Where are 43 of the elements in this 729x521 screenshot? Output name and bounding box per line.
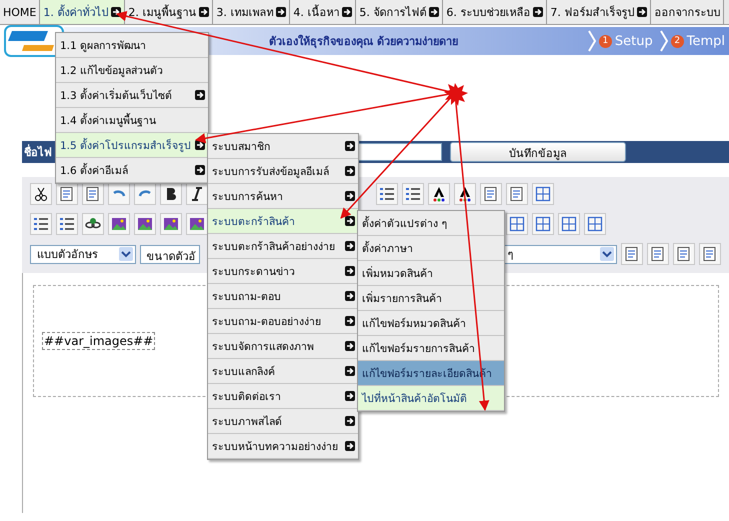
menu-item[interactable]: 1.2 แก้ไขข้อมูลส่วนตัว <box>56 58 208 83</box>
menu-bar-item[interactable]: 2. เมนูพื้นฐาน <box>125 0 214 24</box>
menu-item[interactable]: ระบบตะกร้าสินค้า <box>208 209 358 234</box>
menu-item[interactable]: ระบบถาม-ตอบ <box>208 284 358 309</box>
menu-item[interactable]: ระบบถาม-ตอบอย่างง่าย <box>208 309 358 334</box>
menu-bar-item[interactable]: HOME <box>0 0 40 24</box>
menu-item[interactable]: 1.5 ตั้งค่าโปรแกรมสำเร็จรูป <box>56 133 208 158</box>
menu-item[interactable]: เพิ่มหมวดสินค้า <box>358 261 504 286</box>
menu-item[interactable]: แก้ไขฟอร์มรายการสินค้า <box>358 336 504 361</box>
menu-item[interactable]: ระบบติดต่อเรา <box>208 384 358 409</box>
menu-item[interactable]: แก้ไขฟอร์มหมวดสินค้า <box>358 311 504 336</box>
menu-bar-item[interactable]: 7. ฟอร์มสำเร็จรูป <box>547 0 652 24</box>
template-tag: ##var_images## <box>42 332 156 350</box>
save-button[interactable]: บันทึกข้อมูล <box>450 142 626 162</box>
menu-item[interactable]: ระบบหน้าบทความอย่างง่าย <box>208 434 358 459</box>
size-select[interactable]: ขนาดตัวอั <box>140 244 200 264</box>
menu-bar-item[interactable]: 1. ตั้งค่าทั่วไป <box>40 0 126 24</box>
menu-bar-item[interactable]: 6. ระบบช่วยเหลือ <box>443 0 548 24</box>
font-select[interactable]: แบบตัวอักษร <box>30 244 136 264</box>
menu-item[interactable]: 1.3 ตั้งค่าเริ่มต้นเว็บไซต์ <box>56 83 208 108</box>
menu-item[interactable]: 1.1 ดูผลการพัฒนา <box>56 33 208 58</box>
menu-item[interactable]: ระบบจัดการแสดงภาพ <box>208 334 358 359</box>
menu-item[interactable]: ตั้งค่าตัวแปรต่าง ๆ <box>358 211 504 236</box>
menu-item[interactable]: ระบบแลกลิงค์ <box>208 359 358 384</box>
menu-item[interactable]: ไปที่หน้าสินค้าอัตโนมัติ <box>358 386 504 411</box>
menu-item[interactable]: ระบบการค้นหา <box>208 184 358 209</box>
menu-bar-item[interactable]: 3. เทมเพลท <box>213 0 290 24</box>
menu-bar-item[interactable]: ออกจากระบบ <box>651 0 724 24</box>
menu-bar-item[interactable]: 4. เนื้อหา <box>290 0 356 24</box>
menu-item[interactable]: เพิ่มรายการสินค้า <box>358 286 504 311</box>
menu-item[interactable]: ระบบกระดานข่าว <box>208 259 358 284</box>
menu-item[interactable]: 1.4 ตั้งค่าเมนูพื้นฐาน <box>56 108 208 133</box>
menu-item[interactable]: ระบบภาพสไลด์ <box>208 409 358 434</box>
step-number: 2 <box>670 34 684 48</box>
file-name-label: ชื่อไฟ <box>23 143 52 161</box>
step-number: 1 <box>598 34 612 48</box>
menu-item[interactable]: ระบบการรับส่งข้อมูลอีเมล์ <box>208 159 358 184</box>
menu-item[interactable]: ตั้งค่าภาษา <box>358 236 504 261</box>
menu-item[interactable]: ระบบตะกร้าสินค้าอย่างง่าย <box>208 234 358 259</box>
menu-item[interactable]: ระบบสมาชิก <box>208 134 358 159</box>
menu-item[interactable]: 1.6 ตั้งค่าอีเมล์ <box>56 158 208 183</box>
menu-bar-item[interactable]: 5. จัดการไฟต์ <box>356 0 444 24</box>
tagline: ตัวเองให้ธุรกิจของคุณ ด้วยความง่ายดาย <box>269 34 458 50</box>
